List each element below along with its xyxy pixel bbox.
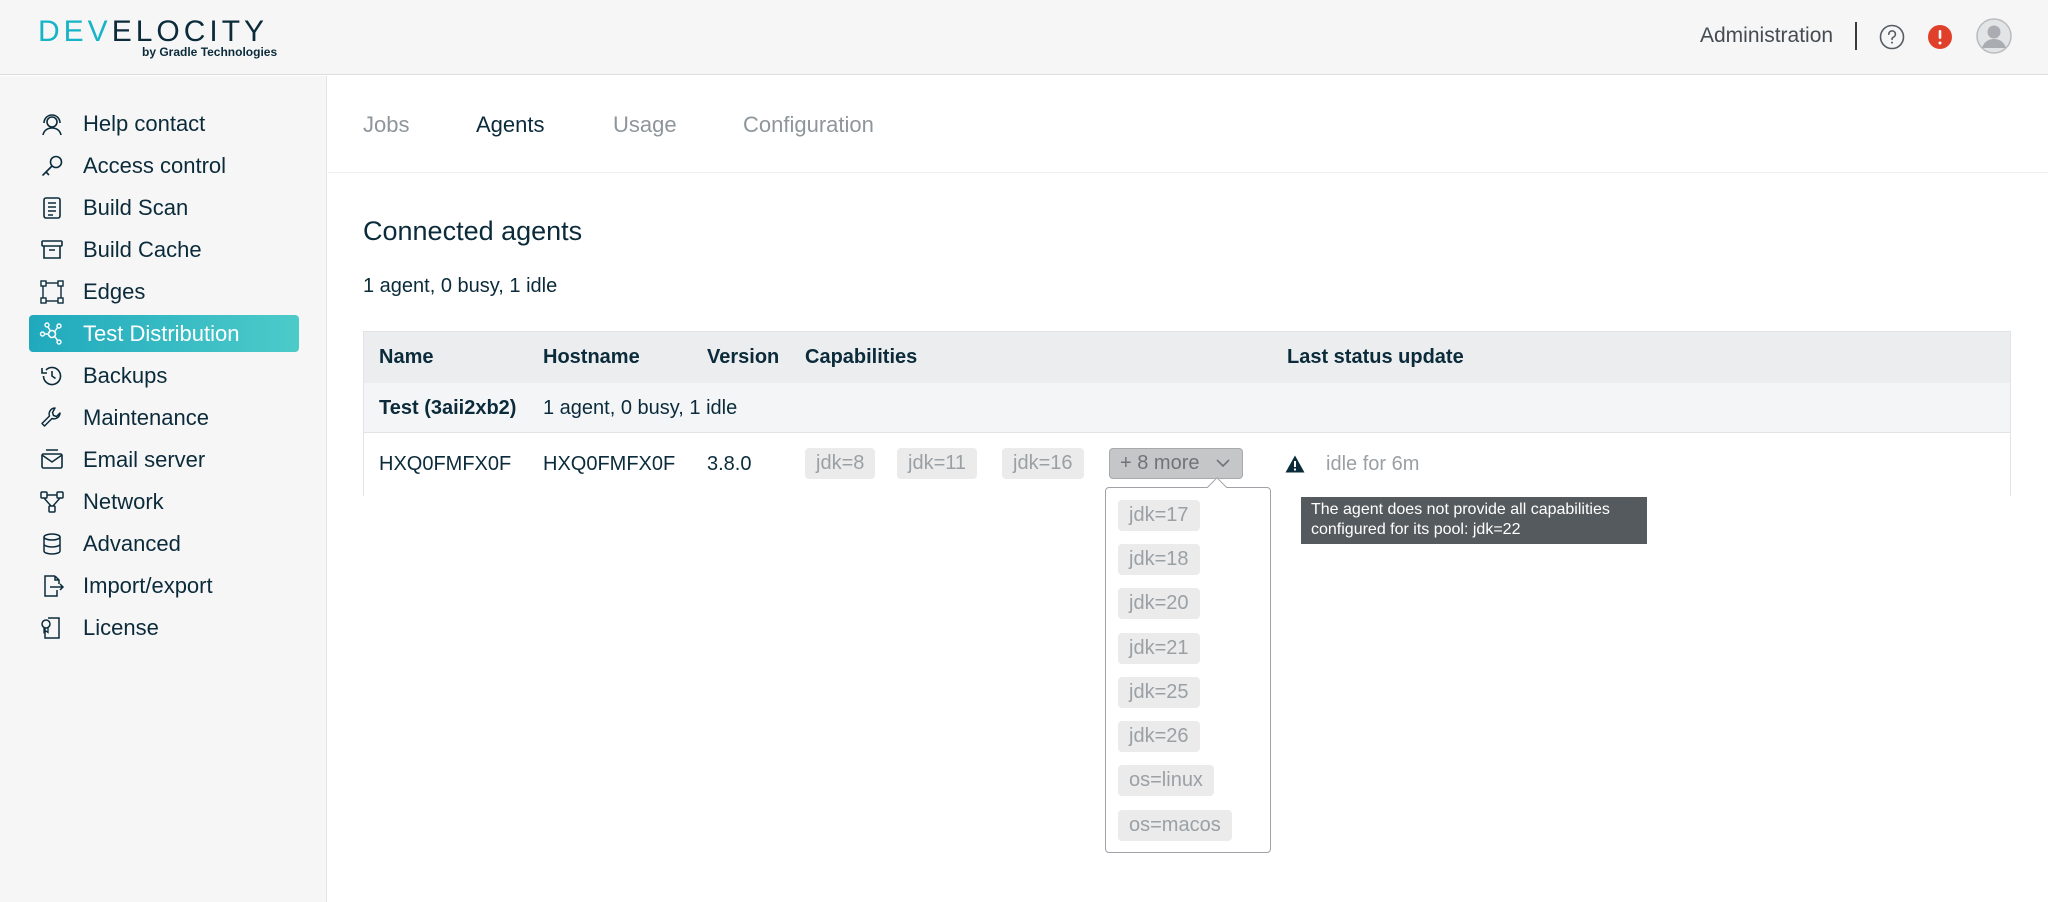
- column-header-name: Name: [379, 346, 434, 368]
- pool-group-row[interactable]: Test (3aii2xb2) 1 agent, 0 busy, 1 idle: [364, 383, 2010, 433]
- edges-nodes-icon: [40, 279, 64, 304]
- license-icon: [41, 616, 60, 639]
- logo-text-colored: DEV: [38, 15, 112, 48]
- page-title: Connected agents: [363, 216, 583, 246]
- sidebar-item-label: Build Scan: [83, 194, 189, 220]
- develocity-logo[interactable]: DEVELOCITY by Gradle Technologies: [38, 16, 278, 60]
- tab-jobs[interactable]: Jobs: [363, 112, 409, 138]
- capability-chip: jdk=26: [1118, 721, 1200, 752]
- capability-chip: jdk=11: [897, 448, 978, 479]
- capability-chip: jdk=20: [1118, 588, 1200, 619]
- sidebar-item-advanced[interactable]: Advanced: [29, 525, 299, 562]
- logo-subtitle: by Gradle Technologies: [142, 45, 278, 59]
- top-header: DEVELOCITY by Gradle Technologies Admini…: [0, 0, 2048, 75]
- sidebar-item-label: Access control: [83, 152, 227, 178]
- capability-chip: jdk=8: [805, 448, 876, 479]
- headset-icon: [42, 113, 62, 135]
- sidebar-item-access-control[interactable]: Access control: [29, 147, 299, 184]
- chevron-down-icon: [1216, 459, 1230, 468]
- archive-box-icon: [41, 239, 63, 259]
- capability-chip: jdk=21: [1118, 633, 1200, 664]
- sidebar-item-test-distribution[interactable]: Test Distribution: [29, 315, 299, 352]
- agent-version: 3.8.0: [707, 453, 752, 475]
- wrench-icon: [41, 406, 61, 427]
- sidebar-item-email-server[interactable]: Email server: [29, 441, 299, 478]
- database-icon: [43, 532, 61, 555]
- capability-chip: os=macos: [1118, 810, 1232, 841]
- column-header-capabilities: Capabilities: [805, 346, 918, 368]
- pool-summary: 1 agent, 0 busy, 1 idle: [543, 397, 738, 419]
- sidebar-item-network[interactable]: Network: [29, 483, 299, 520]
- sidebar-item-label: Help contact: [83, 110, 206, 136]
- sidebar-item-build-cache[interactable]: Build Cache: [29, 231, 299, 268]
- more-capabilities-button[interactable]: + 8 more: [1109, 448, 1243, 479]
- sidebar-item-label: Maintenance: [83, 404, 209, 430]
- key-icon: [42, 155, 63, 176]
- pool-name: Test (3aii2xb2): [379, 397, 517, 419]
- column-header-last-status-update: Last status update: [1287, 346, 1464, 368]
- sidebar-item-maintenance[interactable]: Maintenance: [29, 399, 299, 436]
- file-export-icon: [44, 574, 65, 597]
- column-header-version: Version: [707, 346, 780, 368]
- capability-chip: jdk=18: [1118, 544, 1200, 575]
- capability-chip: jdk=25: [1118, 677, 1200, 708]
- sidebar-item-label: Build Cache: [83, 236, 202, 262]
- capabilities-warning-tooltip: The agent does not provide all capabilit…: [1301, 497, 1647, 544]
- capability-chip: os=linux: [1118, 765, 1214, 796]
- history-icon: [41, 366, 62, 385]
- warning-triangle-icon[interactable]: [1285, 455, 1305, 473]
- capability-chip: jdk=17: [1118, 500, 1200, 531]
- column-header-hostname: Hostname: [543, 346, 640, 368]
- sidebar-item-backups[interactable]: Backups: [29, 357, 299, 394]
- sidebar-item-edges[interactable]: Edges: [29, 273, 299, 310]
- sidebar-item-label: Advanced: [83, 530, 181, 556]
- network-icon: [40, 490, 64, 513]
- sidebar-item-help-contact[interactable]: Help contact: [29, 105, 299, 142]
- sidebar-item-label: Backups: [83, 362, 168, 388]
- list-document-icon: [43, 196, 61, 219]
- agent-status: idle for 6m: [1326, 453, 1420, 475]
- logo-text-rest: ELOCITY: [111, 15, 269, 48]
- header-divider: [1855, 22, 1857, 50]
- sidebar-item-label: Edges: [83, 278, 146, 304]
- logo-wordmark: DEVELOCITY: [38, 16, 268, 48]
- table-header: Name Hostname Version Capabilities Last …: [364, 332, 2010, 383]
- more-capabilities-label: + 8 more: [1120, 452, 1200, 474]
- sidebar-item-build-scan[interactable]: Build Scan: [29, 189, 299, 226]
- sidebar-item-label: Network: [83, 488, 164, 514]
- avatar-icon[interactable]: [1976, 18, 2012, 54]
- tooltip-line-2: configured for its pool: jdk=22: [1311, 521, 1521, 538]
- alert-icon[interactable]: [1927, 24, 1953, 50]
- agent-name: HXQ0FMFX0F: [379, 453, 512, 475]
- more-capabilities-dropdown: jdk=17 jdk=18 jdk=20 jdk=21 jdk=25 jdk=2…: [1105, 477, 1271, 853]
- distribution-network-icon: [39, 321, 62, 345]
- test-distribution-tabs: Jobs Agents Usage Configuration: [328, 76, 2048, 173]
- tab-usage[interactable]: Usage: [613, 112, 677, 138]
- sidebar-item-label: Email server: [83, 446, 206, 472]
- sidebar-item-label: Test Distribution: [83, 320, 240, 346]
- agents-summary: 1 agent, 0 busy, 1 idle: [363, 275, 558, 297]
- sidebar-item-license[interactable]: License: [29, 609, 299, 646]
- sidebar-item-label: License: [83, 614, 159, 640]
- tab-configuration[interactable]: Configuration: [743, 112, 874, 138]
- tab-agents[interactable]: Agents: [476, 112, 545, 138]
- sidebar-item-import-export[interactable]: Import/export: [29, 567, 299, 604]
- help-icon[interactable]: [1879, 24, 1905, 50]
- tooltip-line-1: The agent does not provide all capabilit…: [1311, 501, 1610, 518]
- administration-link[interactable]: Administration: [1700, 22, 1833, 50]
- agent-hostname: HXQ0FMFX0F: [543, 453, 676, 475]
- sidebar-item-label: Import/export: [83, 572, 213, 598]
- email-server-icon: [41, 448, 63, 469]
- capability-chip: jdk=16: [1002, 448, 1084, 479]
- agents-table: Name Hostname Version Capabilities Last …: [363, 331, 2011, 496]
